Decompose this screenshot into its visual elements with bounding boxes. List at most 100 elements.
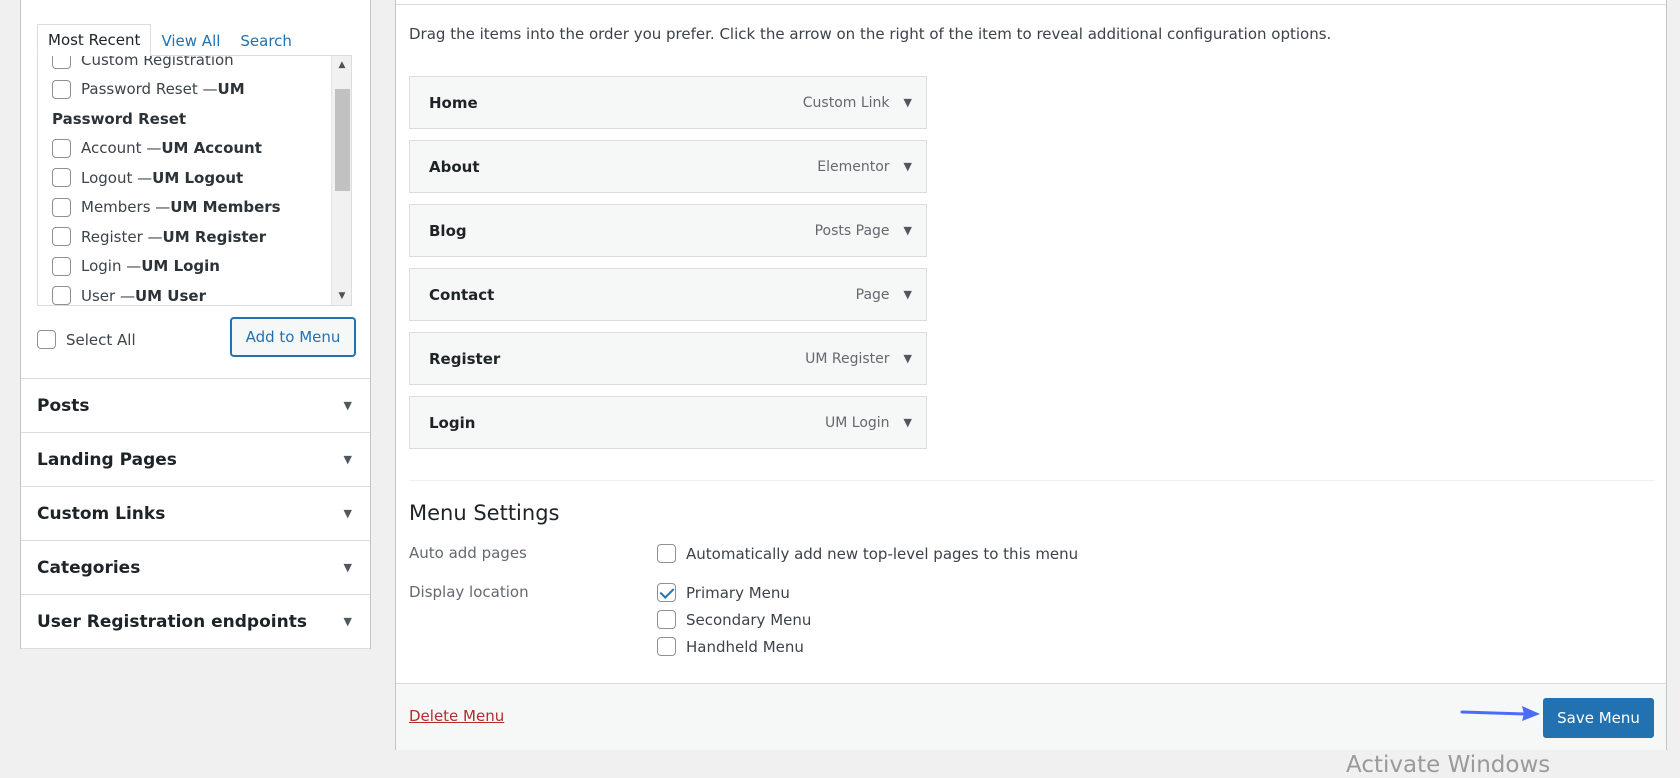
accordion-landing-pages[interactable]: Landing Pages ▼	[21, 432, 370, 486]
accordion-posts[interactable]: Posts ▼	[21, 378, 370, 432]
tab-most-recent[interactable]: Most Recent	[37, 24, 152, 56]
item-label: Account —	[81, 139, 162, 158]
menu-structure-panel: Drag the items into the order you prefer…	[395, 0, 1667, 750]
item-tabs: Most Recent View All Search	[37, 24, 302, 56]
item-suffix: UM Login	[141, 257, 220, 276]
header-divider	[396, 0, 1666, 5]
scroll-thumb[interactable]	[335, 89, 350, 191]
chevron-down-icon[interactable]: ▼	[904, 160, 912, 173]
accordion-custom-links[interactable]: Custom Links ▼	[21, 486, 370, 540]
chevron-down-icon[interactable]: ▼	[344, 399, 352, 412]
save-menu-button[interactable]: Save Menu	[1543, 698, 1654, 738]
menu-item-title: Contact	[429, 285, 495, 304]
item-checkbox[interactable]	[52, 79, 71, 99]
handheld-menu-checkbox[interactable]	[657, 637, 676, 656]
menu-item-title: About	[429, 157, 480, 176]
chevron-down-icon[interactable]: ▼	[904, 96, 912, 109]
item-checkbox[interactable]	[52, 56, 71, 70]
list-item[interactable]: Members — UM Members	[38, 193, 332, 223]
tab-search[interactable]: Search	[230, 26, 302, 56]
menu-item-contact[interactable]: Contact Page ▼	[409, 268, 927, 321]
item-label: Members —	[81, 198, 171, 217]
item-label: Login —	[81, 257, 142, 276]
menu-item-register[interactable]: Register UM Register ▼	[409, 332, 927, 385]
item-checkbox[interactable]	[52, 138, 71, 158]
item-checkbox[interactable]	[52, 286, 71, 305]
chevron-down-icon[interactable]: ▼	[904, 288, 912, 301]
item-checkbox[interactable]	[52, 197, 71, 217]
chevron-down-icon[interactable]: ▼	[344, 615, 352, 628]
menu-item-type: UM Register	[805, 350, 890, 367]
menu-item-title: Blog	[429, 221, 467, 240]
accordion-user-registration-endpoints[interactable]: User Registration endpoints ▼	[21, 594, 370, 648]
item-suffix: UM User	[134, 286, 206, 305]
location-secondary-menu[interactable]: Secondary Menu	[657, 610, 811, 629]
menu-item-blog[interactable]: Blog Posts Page ▼	[409, 204, 927, 257]
list-item[interactable]: Login — UM Login	[38, 252, 332, 282]
item-label: Register —	[81, 227, 163, 246]
menu-item-title: Home	[429, 93, 478, 112]
chevron-down-icon[interactable]: ▼	[344, 561, 352, 574]
list-item[interactable]: User — UM User	[38, 281, 332, 305]
menu-item-type: Elementor	[817, 158, 890, 175]
pages-checklist: Custom Registration Password Reset — UM …	[37, 55, 352, 306]
menu-item-type: Custom Link	[802, 94, 890, 111]
item-suffix: UM Members	[170, 198, 281, 217]
item-checkbox[interactable]	[52, 256, 71, 276]
scroll-up-icon[interactable]: ▲	[332, 56, 351, 74]
location-label: Handheld Menu	[686, 637, 804, 656]
scroll-down-icon[interactable]: ▼	[332, 287, 351, 305]
chevron-down-icon[interactable]: ▼	[344, 453, 352, 466]
checklist-items: Custom Registration Password Reset — UM …	[38, 56, 332, 305]
section-divider	[409, 480, 1655, 481]
auto-add-option[interactable]: Automatically add new top-level pages to…	[657, 544, 1078, 563]
item-label: Logout —	[81, 168, 153, 187]
item-type-accordion: Posts ▼ Landing Pages ▼ Custom Links ▼ C…	[21, 378, 370, 649]
auto-add-label: Auto add pages	[409, 544, 527, 562]
menu-item-login[interactable]: Login UM Login ▼	[409, 396, 927, 449]
select-all-checkbox[interactable]	[37, 330, 56, 349]
auto-add-checkbox[interactable]	[657, 544, 676, 563]
menu-item-title: Login	[429, 413, 476, 432]
list-heading: Password Reset	[52, 109, 187, 128]
list-item[interactable]: Register — UM Register	[38, 222, 332, 252]
item-checkbox[interactable]	[52, 168, 71, 188]
item-suffix: UM Account	[161, 139, 262, 158]
chevron-down-icon[interactable]: ▼	[344, 507, 352, 520]
item-suffix: UM Logout	[152, 168, 244, 187]
item-suffix: UM Register	[162, 227, 267, 246]
select-all-label: Select All	[66, 330, 136, 349]
location-handheld-menu[interactable]: Handheld Menu	[657, 637, 804, 656]
item-label: Password Reset —	[81, 80, 218, 99]
delete-menu-link[interactable]: Delete Menu	[409, 707, 504, 725]
add-menu-items-panel: Most Recent View All Search Custom Regis…	[20, 0, 371, 649]
select-all[interactable]: Select All	[37, 330, 136, 349]
primary-menu-checkbox[interactable]	[657, 583, 676, 602]
accordion-label: User Registration endpoints	[37, 611, 307, 632]
list-item[interactable]: Password Reset — UM	[38, 75, 332, 105]
chevron-down-icon[interactable]: ▼	[904, 352, 912, 365]
menu-settings-title: Menu Settings	[409, 501, 560, 525]
list-item[interactable]: Account — UM Account	[38, 134, 332, 164]
menu-item-type: UM Login	[824, 414, 890, 431]
tab-view-all[interactable]: View All	[151, 26, 230, 56]
list-item[interactable]: Custom Registration	[38, 56, 332, 75]
pointer-arrow-icon	[1460, 706, 1540, 721]
add-to-menu-button[interactable]: Add to Menu	[231, 318, 355, 356]
menu-item-about[interactable]: About Elementor ▼	[409, 140, 927, 193]
display-location-label: Display location	[409, 583, 529, 601]
menu-item-type: Page	[855, 286, 890, 303]
item-checkbox[interactable]	[52, 227, 71, 247]
chevron-down-icon[interactable]: ▼	[904, 224, 912, 237]
accordion-divider	[21, 648, 370, 649]
accordion-categories[interactable]: Categories ▼	[21, 540, 370, 594]
chevron-down-icon[interactable]: ▼	[904, 416, 912, 429]
accordion-label: Custom Links	[37, 503, 166, 524]
secondary-menu-checkbox[interactable]	[657, 610, 676, 629]
menu-item-home[interactable]: Home Custom Link ▼	[409, 76, 927, 129]
list-scrollbar[interactable]: ▲ ▼	[331, 56, 351, 305]
location-label: Secondary Menu	[686, 610, 812, 629]
location-primary-menu[interactable]: Primary Menu	[657, 583, 790, 602]
menu-item-title: Register	[429, 349, 501, 368]
list-item[interactable]: Logout — UM Logout	[38, 163, 332, 193]
